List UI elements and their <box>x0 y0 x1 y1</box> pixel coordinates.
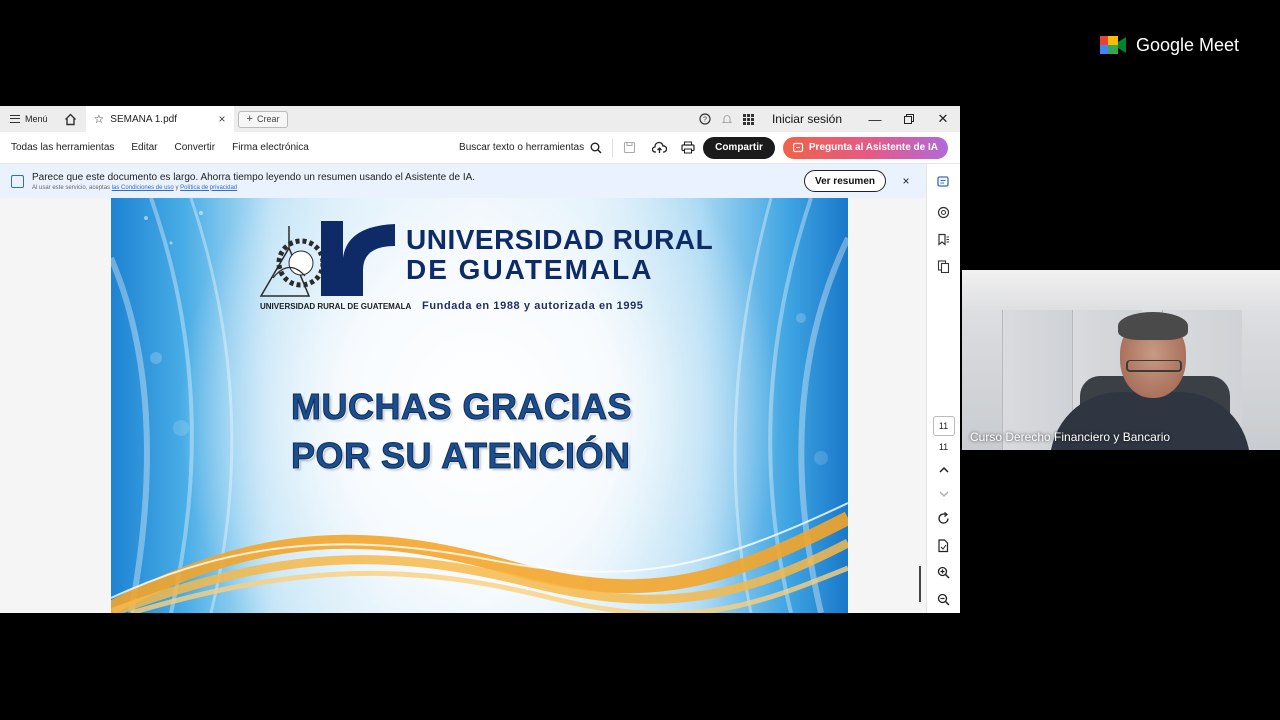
close-window-button[interactable]: ✕ <box>926 106 960 132</box>
divider <box>612 138 614 157</box>
thanks-line1: MUCHAS GRACIAS <box>291 386 633 428</box>
meet-brand-text: Google Meet <box>1136 34 1240 55</box>
apps-grid-icon[interactable] <box>738 106 760 132</box>
summary-icon <box>11 174 24 188</box>
google-meet-logo: Google Meet <box>1100 34 1239 56</box>
thanks-line2: POR SU ATENCIÓN <box>291 435 631 477</box>
search-tools-label: Buscar texto o herramientas <box>459 142 585 153</box>
video-ceiling <box>962 270 1280 310</box>
document-view[interactable]: UNIVERSIDAD RURAL DE GUATEMALA UNIVERSID… <box>0 198 926 613</box>
search-icon <box>590 142 602 154</box>
participant-name: Curso Derecho Financiero y Bancario <box>970 430 1171 444</box>
home-button[interactable] <box>58 106 84 132</box>
shared-screen: Menú ☆ SEMANA 1.pdf × + Crear ? Iniciar … <box>0 106 960 613</box>
banner-terms: Al usar este servicio, aceptas las Condi… <box>32 185 475 191</box>
menu-button[interactable]: Menú <box>0 106 58 132</box>
video-person-hair <box>1118 312 1188 340</box>
comment-icon[interactable] <box>927 199 961 226</box>
tab-bar: Menú ☆ SEMANA 1.pdf × + Crear ? Iniciar … <box>0 106 960 132</box>
tabbar-right: ? Iniciar sesión — ✕ <box>694 106 960 132</box>
tab-document[interactable]: ☆ SEMANA 1.pdf × <box>85 106 234 132</box>
ai-assistant-icon <box>792 142 803 153</box>
right-tool-rail: 11 11 <box>926 164 960 613</box>
bell-icon[interactable] <box>716 106 738 132</box>
all-tools-link[interactable]: Todas las herramientas <box>11 142 114 153</box>
logo-caption: UNIVERSIDAD RURAL DE GUATEMALA <box>260 302 412 311</box>
rotate-icon[interactable] <box>927 505 961 532</box>
meet-camera-icon <box>1100 36 1126 54</box>
hamburger-icon <box>10 115 20 123</box>
current-page-input[interactable]: 11 <box>932 416 955 436</box>
banner-close-icon[interactable]: × <box>886 174 926 188</box>
minimize-button[interactable]: — <box>858 106 892 132</box>
bookmark-icon[interactable] <box>927 226 961 253</box>
menu-label: Menú <box>25 114 48 124</box>
file-export-icon[interactable] <box>927 532 961 559</box>
save-icon[interactable] <box>623 141 636 154</box>
create-button[interactable]: + Crear <box>237 110 289 128</box>
chevron-down-icon[interactable] <box>927 483 961 505</box>
university-name-line1: UNIVERSIDAD RURAL <box>406 224 714 255</box>
terms-link[interactable]: las Condiciones de uso <box>112 185 174 191</box>
banner-terms-prefix: Al usar este servicio, aceptas <box>32 184 111 191</box>
chevron-up-icon[interactable] <box>927 456 961 483</box>
pages-icon[interactable] <box>927 253 961 280</box>
vertical-scrollbar[interactable] <box>919 566 921 602</box>
zoom-out-icon[interactable] <box>927 586 961 613</box>
plus-icon: + <box>246 113 253 125</box>
banner-text: Parece que este documento es largo. Ahor… <box>32 172 475 191</box>
toolbar: Todas las herramientas Editar Convertir … <box>0 132 960 164</box>
ai-assistant-button[interactable]: Pregunta al Asistente de IA <box>782 136 948 159</box>
home-icon <box>65 113 77 125</box>
view-summary-button[interactable]: Ver resumen <box>803 170 886 192</box>
privacy-link[interactable]: Política de privacidad <box>180 185 237 191</box>
founded-text: Fundada en 1988 y autorizada en 1995 <box>422 300 644 312</box>
tab-title: SEMANA 1.pdf <box>110 113 177 125</box>
signin-link[interactable]: Iniciar sesión <box>772 112 842 126</box>
banner-message: Parece que este documento es largo. Ahor… <box>32 171 476 183</box>
screen: Google Meet Menú ☆ SEMANA 1.pdf × + Crea… <box>0 0 1280 720</box>
restore-icon <box>904 114 914 124</box>
svg-text:?: ? <box>703 117 707 124</box>
convert-link[interactable]: Convertir <box>175 142 216 153</box>
tab-close-icon[interactable]: × <box>219 112 226 126</box>
zoom-in-icon[interactable] <box>927 559 961 586</box>
university-name: UNIVERSIDAD RURAL DE GUATEMALA <box>406 225 713 285</box>
star-icon[interactable]: ☆ <box>94 112 105 126</box>
total-pages: 11 <box>938 442 949 452</box>
video-glasses <box>1126 360 1182 372</box>
print-icon[interactable] <box>681 141 695 154</box>
ai-summary-banner: Parece que este documento es largo. Ahor… <box>0 164 926 198</box>
edit-link[interactable]: Editar <box>131 142 157 153</box>
cloud-upload-icon[interactable] <box>652 141 668 154</box>
ai-assistant-label: Pregunta al Asistente de IA <box>808 142 938 153</box>
help-icon[interactable]: ? <box>694 106 716 132</box>
banner-terms-and: y <box>175 184 179 191</box>
search-tools[interactable]: Buscar texto o herramientas <box>459 142 602 154</box>
participant-video-tile[interactable]: Curso Derecho Financiero y Bancario <box>962 270 1280 450</box>
university-logo-icon <box>259 221 395 297</box>
create-label: Crear <box>256 114 280 124</box>
share-button[interactable]: Compartir <box>703 136 775 159</box>
ai-summary-rail-icon[interactable] <box>927 168 961 195</box>
restore-button[interactable] <box>892 106 926 132</box>
pdf-slide: UNIVERSIDAD RURAL DE GUATEMALA UNIVERSID… <box>111 198 848 613</box>
esign-link[interactable]: Firma electrónica <box>232 142 309 153</box>
university-name-line2: DE GUATEMALA <box>406 254 654 285</box>
thank-you-message: MUCHAS GRACIAS POR SU ATENCIÓN <box>111 382 848 480</box>
